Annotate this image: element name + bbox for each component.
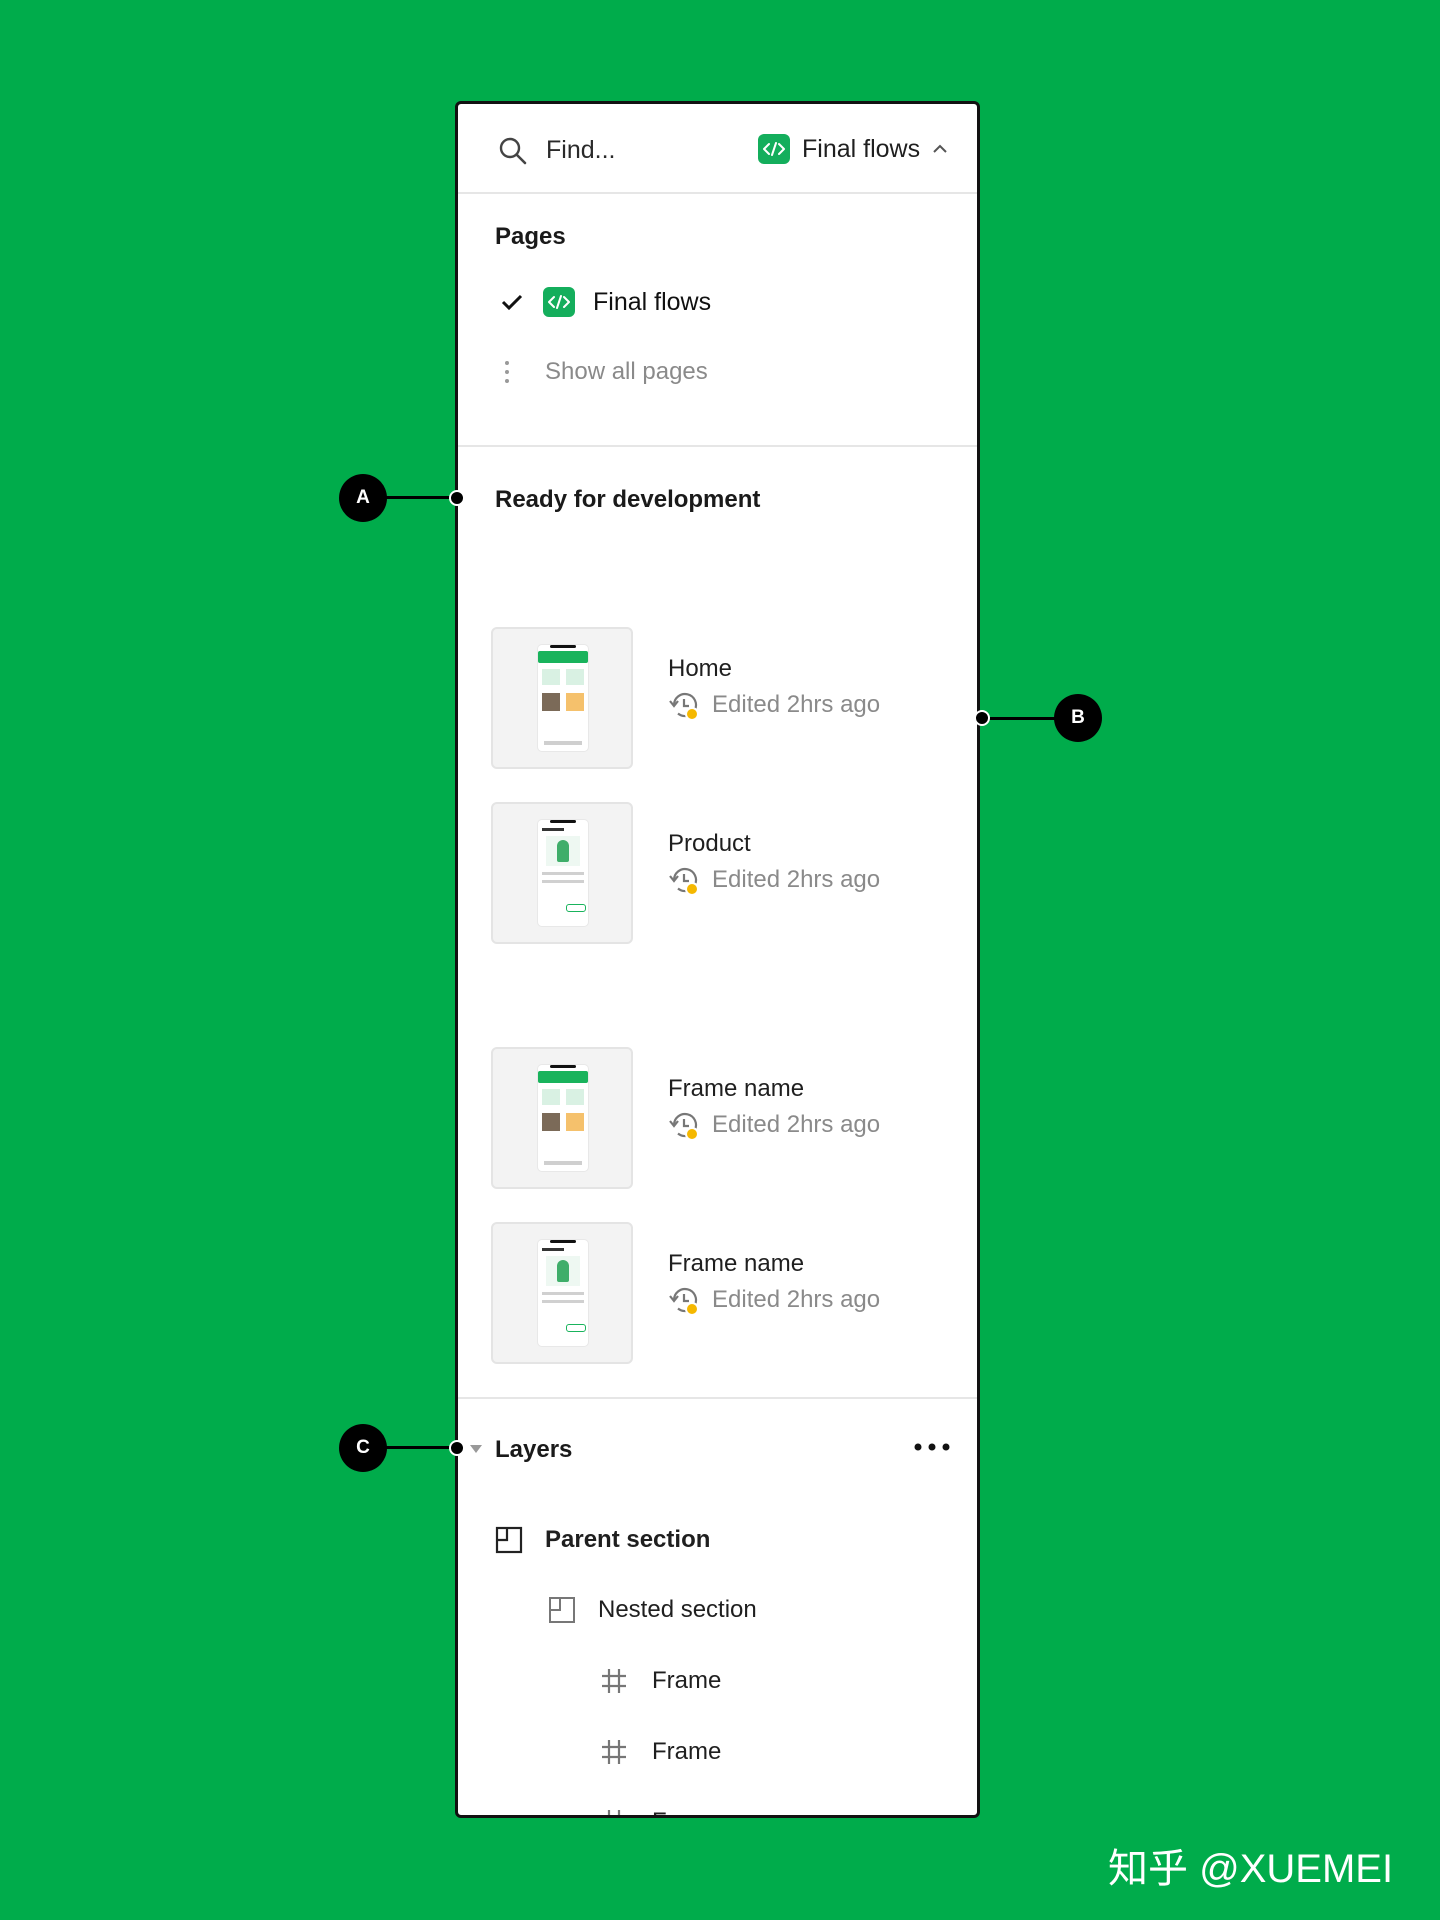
layer-label: Nested section: [598, 1596, 757, 1623]
page-item-label: Final flows: [593, 287, 712, 316]
frame-meta-text: Edited 2hrs ago: [712, 1286, 881, 1313]
dev-mode-panel: Find... Final flows Pages Final flows Sh…: [455, 101, 980, 1818]
layers-title: Layers: [495, 1436, 573, 1463]
history-icon: [668, 689, 700, 721]
search-icon[interactable]: [498, 136, 528, 166]
frame-name: Frame name: [668, 1075, 805, 1102]
annotation-dot: [449, 490, 465, 506]
watermark: 知乎 @XUEMEI: [1108, 1847, 1394, 1891]
dev-mode-icon: [758, 134, 790, 164]
history-icon: [668, 864, 700, 896]
page-item-final-flows[interactable]: Final flows: [495, 282, 935, 322]
dev-mode-icon: [543, 287, 575, 317]
section-icon: [549, 1597, 575, 1623]
layer-item-frame[interactable]: Frame: [600, 1804, 721, 1815]
frame-meta-text: Edited 2hrs ago: [712, 866, 881, 893]
frame-thumbnail: [491, 627, 633, 769]
frame-meta: Edited 2hrs ago: [668, 1109, 880, 1141]
layer-label: Frame: [652, 1808, 721, 1815]
annotation-badge-b: B: [1054, 694, 1102, 742]
divider: [458, 445, 977, 447]
annotation-line: [385, 1446, 457, 1449]
layer-label: Frame: [652, 1738, 722, 1765]
section-icon: [495, 1526, 523, 1554]
chevron-up-icon: [933, 144, 947, 153]
frame-hash-icon: [602, 1669, 626, 1693]
layer-label: Parent section: [545, 1526, 711, 1553]
frame-meta: Edited 2hrs ago: [668, 689, 880, 721]
frame-name: Home: [668, 655, 733, 682]
search-input[interactable]: Find...: [546, 136, 615, 165]
frame-hash-icon: [607, 1810, 621, 1815]
ready-for-dev-title: Ready for development: [495, 486, 761, 513]
page-switcher[interactable]: Final flows: [758, 133, 948, 165]
frame-thumbnail: [491, 1047, 633, 1189]
frame-meta-text: Edited 2hrs ago: [712, 1111, 881, 1138]
annotation-badge-a: A: [339, 474, 387, 522]
frame-meta: Edited 2hrs ago: [668, 1284, 880, 1316]
frame-thumbnail: [491, 1222, 633, 1364]
panel-header: Find... Final flows: [458, 104, 977, 194]
show-all-pages-button[interactable]: Show all pages: [495, 352, 708, 392]
pages-title: Pages: [495, 223, 566, 250]
frame-hash-icon: [602, 1740, 626, 1764]
frame-name: Product: [668, 830, 751, 857]
frame-name: Frame name: [668, 1250, 805, 1277]
frame-thumbnail: [491, 802, 633, 944]
annotation-badge-c: C: [339, 1424, 387, 1472]
history-icon: [668, 1109, 700, 1141]
show-all-pages-label: Show all pages: [545, 358, 708, 385]
annotation-dot: [449, 1440, 465, 1456]
page-switcher-label: Final flows: [802, 134, 921, 163]
divider: [458, 1397, 977, 1399]
frame-row[interactable]: Product Edited 2hrs ago: [491, 802, 951, 944]
frame-meta-text: Edited 2hrs ago: [712, 691, 881, 718]
annotation-dot: [974, 710, 990, 726]
annotation-line: [385, 496, 457, 499]
layer-item-frame[interactable]: Frame: [600, 1734, 721, 1770]
frame-row[interactable]: Frame name Edited 2hrs ago: [491, 1222, 951, 1364]
annotation-line: [982, 717, 1056, 720]
frame-row[interactable]: Home Edited 2hrs ago: [491, 627, 951, 769]
frame-row[interactable]: Frame name Edited 2hrs ago: [491, 1047, 951, 1189]
caret-down-icon[interactable]: [469, 1444, 483, 1454]
layer-item-nested-section[interactable]: Nested section: [548, 1592, 757, 1628]
frame-meta: Edited 2hrs ago: [668, 864, 880, 896]
layer-label: Frame: [652, 1667, 722, 1694]
layer-item-parent-section[interactable]: Parent section: [495, 1522, 710, 1558]
history-icon: [668, 1284, 700, 1316]
more-vertical-icon: [505, 361, 509, 383]
checkmark-icon: [501, 294, 523, 311]
more-horizontal-icon[interactable]: [913, 1441, 951, 1453]
layer-item-frame[interactable]: Frame: [600, 1663, 721, 1699]
